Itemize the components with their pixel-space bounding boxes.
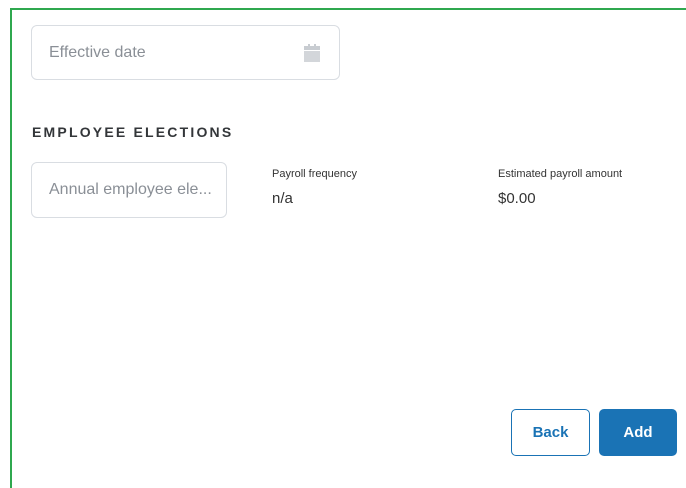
- effective-date-field[interactable]: [31, 25, 340, 80]
- payroll-frequency-value: n/a: [272, 190, 293, 207]
- estimated-payroll-amount-value: $0.00: [498, 190, 536, 207]
- annual-election-input[interactable]: [32, 163, 226, 217]
- estimated-payroll-amount-label: Estimated payroll amount: [498, 168, 623, 180]
- section-title: EMPLOYEE ELECTIONS: [32, 124, 234, 140]
- payroll-frequency-label: Payroll frequency: [272, 168, 357, 180]
- add-button[interactable]: Add: [599, 409, 677, 456]
- annual-election-field[interactable]: [31, 162, 227, 218]
- calendar-icon[interactable]: [303, 44, 321, 62]
- effective-date-input[interactable]: [32, 26, 339, 79]
- back-button[interactable]: Back: [511, 409, 590, 456]
